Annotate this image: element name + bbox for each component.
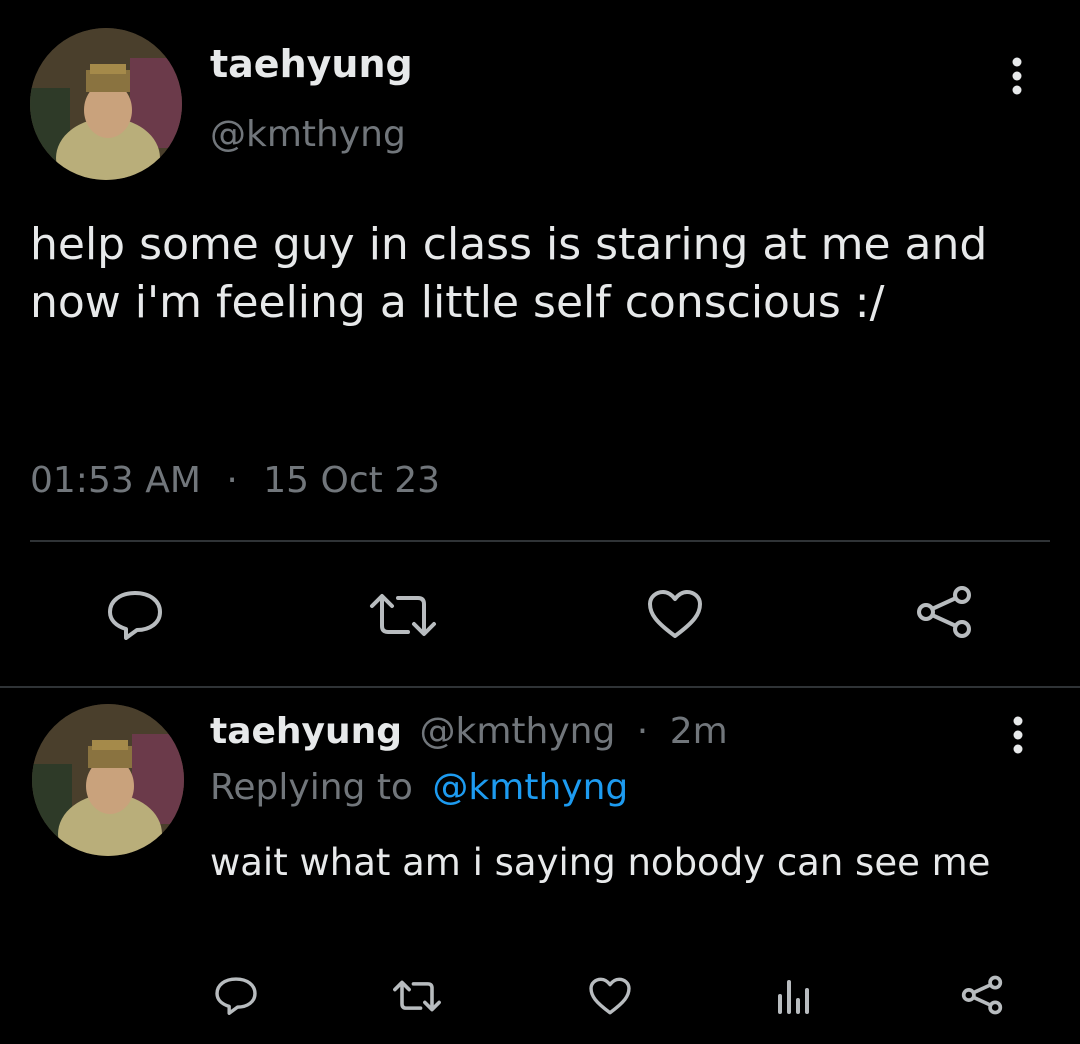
replying-to-label: Replying to [210, 767, 413, 808]
avatar[interactable] [30, 28, 182, 180]
reply-text: wait what am i saying nobody can see me [210, 841, 991, 884]
avatar-image [32, 704, 184, 856]
avatar-image [30, 28, 182, 180]
tweet-timestamp: 01:53 AM · 15 Oct 23 [30, 458, 440, 504]
tweet-text: help some guy in class is staring at me … [30, 219, 988, 328]
tweet-time[interactable]: 01:53 AM [30, 460, 201, 501]
handle[interactable]: @kmthyng [210, 112, 406, 158]
reply-avatar[interactable] [32, 704, 184, 856]
reply-header: taehyung @kmthyng · 2m [210, 708, 728, 756]
divider [0, 686, 1080, 688]
replying-to-handle[interactable]: @kmthyng [432, 767, 628, 808]
share-icon[interactable] [960, 974, 1004, 1016]
like-icon[interactable] [588, 976, 632, 1016]
reply-icon[interactable] [214, 974, 258, 1016]
display-name[interactable]: taehyung [210, 40, 413, 88]
reply-icon[interactable] [106, 588, 164, 640]
divider [30, 540, 1050, 542]
views-icon[interactable] [774, 976, 814, 1016]
retweet-icon[interactable] [368, 590, 438, 640]
reply-handle[interactable]: @kmthyng [420, 711, 616, 752]
like-icon[interactable] [646, 588, 704, 640]
reply-display-name[interactable]: taehyung [210, 711, 402, 752]
separator: · [226, 460, 238, 501]
tweet-date[interactable]: 15 Oct 23 [263, 460, 440, 501]
more-vertical-icon[interactable] [1005, 54, 1029, 98]
more-vertical-icon[interactable] [1006, 714, 1030, 756]
replying-to: Replying to @kmthyng [210, 764, 628, 812]
reply-age[interactable]: 2m [670, 711, 728, 752]
separator: · [636, 711, 649, 752]
share-icon[interactable] [914, 584, 974, 640]
retweet-icon[interactable] [392, 978, 442, 1014]
